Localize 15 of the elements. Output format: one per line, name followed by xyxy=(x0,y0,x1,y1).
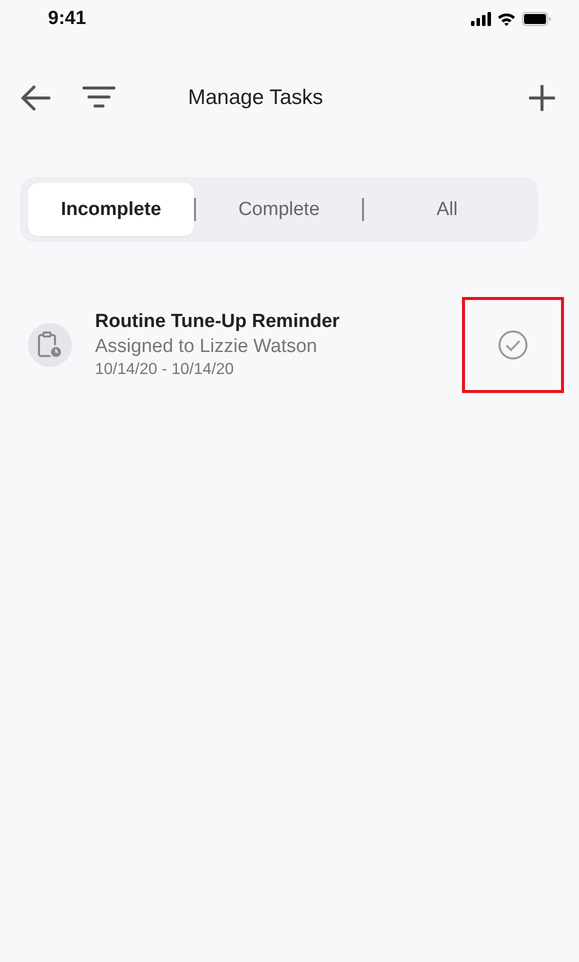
task-title: Routine Tune-Up Reminder xyxy=(95,311,341,333)
task-assignee: Assigned to Lizzie Watson xyxy=(95,336,318,358)
status-time: 9:41 xyxy=(48,8,86,30)
clipboard-clock-icon xyxy=(37,331,63,359)
task-dates: 10/14/20 - 10/14/20 xyxy=(95,361,235,379)
segment-tab[interactable]: All xyxy=(364,183,530,236)
segment-tab[interactable]: Complete xyxy=(196,183,362,236)
back-button[interactable] xyxy=(20,84,52,112)
signal-icon xyxy=(471,12,491,26)
complete-button[interactable] xyxy=(498,330,528,360)
segment-tab[interactable]: Incomplete xyxy=(28,183,194,236)
wifi-icon xyxy=(497,12,516,26)
add-button[interactable] xyxy=(529,85,555,111)
battery-icon xyxy=(522,12,551,26)
page-title: Manage Tasks xyxy=(188,86,324,110)
